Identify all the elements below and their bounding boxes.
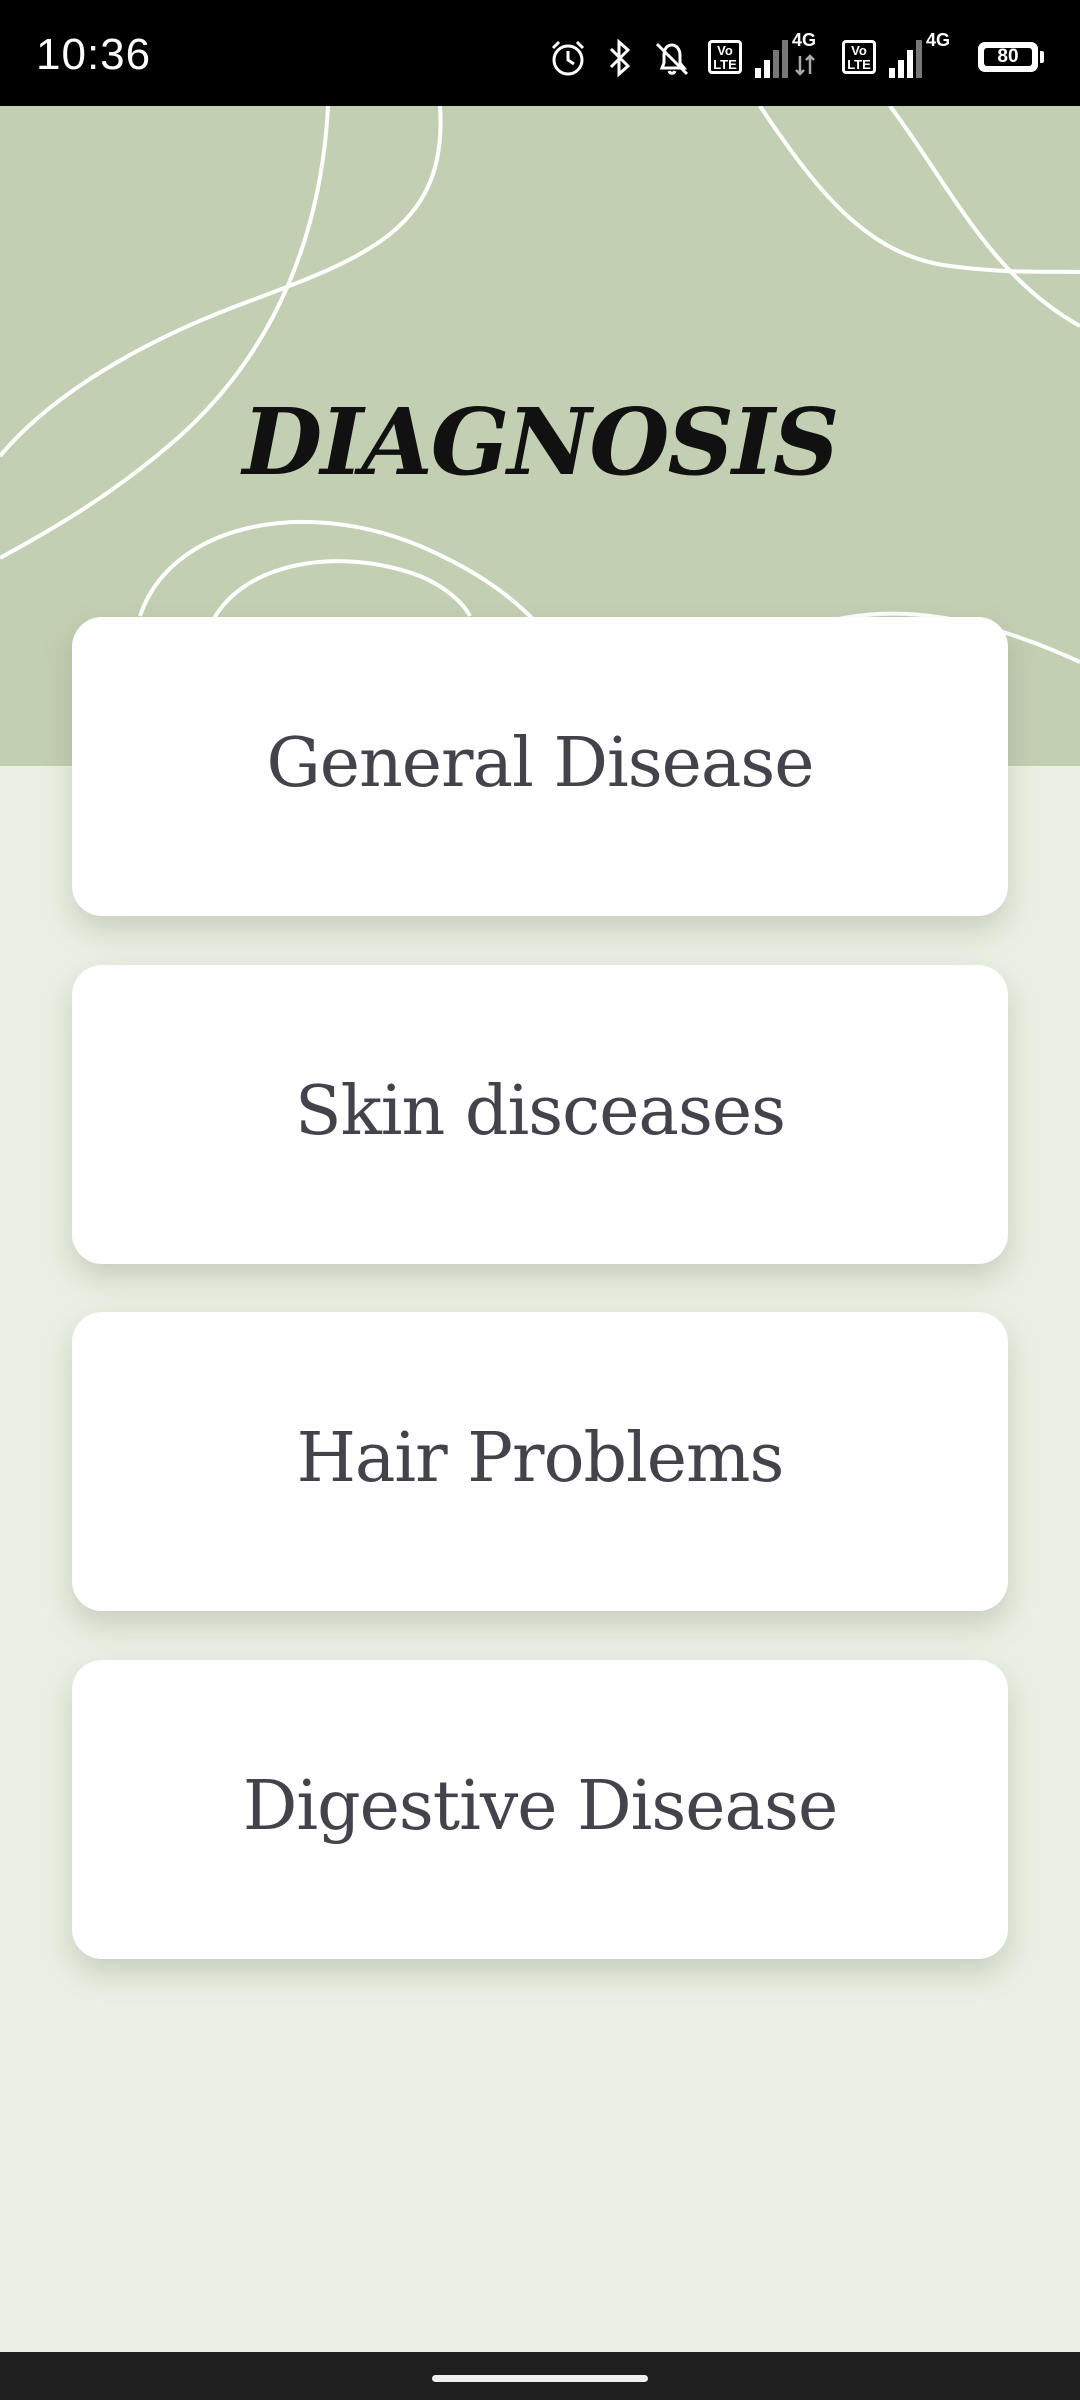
category-label: Skin disceases (294, 1072, 786, 1151)
network-type: 4G (792, 30, 817, 50)
battery-icon: 80 (978, 42, 1038, 72)
alarm-icon (551, 40, 585, 76)
network-type: 4G (926, 30, 951, 50)
status-bar: 10:36 Vo LTE 4G Vo LTE 4G 80 (0, 0, 1080, 106)
volte-icon: Vo LTE (842, 40, 876, 74)
category-label: General Disease (266, 724, 814, 803)
category-card-digestive-disease[interactable]: Digestive Disease (72, 1660, 1008, 1959)
battery-level: 80 (997, 46, 1019, 67)
volte-label: Vo LTE (713, 43, 737, 72)
category-card-hair-problems[interactable]: Hair Problems (72, 1312, 1008, 1611)
signal-icon (889, 40, 922, 78)
category-label: Hair Problems (296, 1419, 785, 1498)
data-activity-icon (795, 54, 815, 76)
signal-icon (755, 40, 788, 78)
category-label: Digestive Disease (242, 1767, 838, 1846)
category-card-general-disease[interactable]: General Disease (72, 617, 1008, 916)
volte-label: Vo LTE (847, 43, 871, 72)
status-time: 10:36 (36, 30, 152, 79)
home-gesture-handle[interactable] (432, 2375, 648, 2382)
category-card-skin-diseases[interactable]: Skin disceases (72, 965, 1008, 1264)
battery-tip (1040, 51, 1044, 63)
page-title: DIAGNOSIS (242, 388, 840, 496)
bluetooth-icon (609, 38, 631, 78)
volte-icon: Vo LTE (708, 40, 742, 74)
navigation-bar (0, 2352, 1080, 2400)
mute-bell-icon (655, 42, 689, 76)
